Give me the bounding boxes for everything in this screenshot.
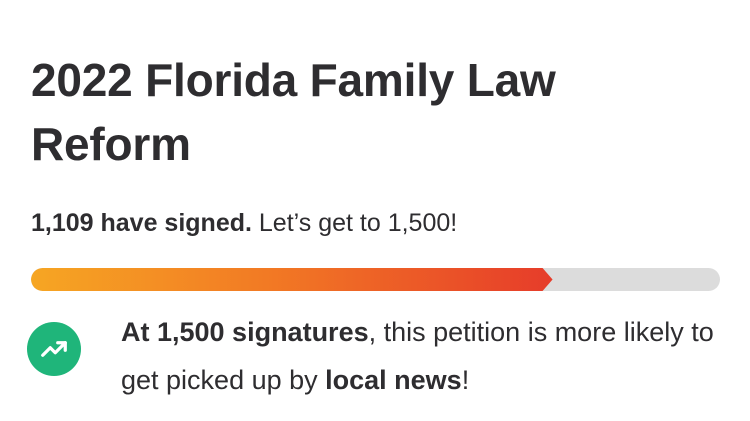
trending-up-icon: [27, 322, 81, 376]
signature-progress-text: 1,109 have signed. Let’s get to 1,500!: [31, 206, 457, 240]
goal-text: Let’s get to 1,500!: [258, 209, 458, 237]
milestone-bold-lead: At 1,500 signatures: [121, 317, 369, 347]
milestone-bold-tail: local news: [325, 365, 462, 395]
signed-count: 1,109 have signed.: [31, 209, 252, 237]
milestone-end-text: !: [461, 365, 470, 395]
signature-progress-fill: [31, 268, 553, 291]
petition-title: 2022 Florida Family Law Reform: [31, 54, 556, 170]
milestone-message: At 1,500 signatures, this petition is mo…: [121, 308, 721, 404]
signature-progress-bar: [31, 268, 720, 291]
